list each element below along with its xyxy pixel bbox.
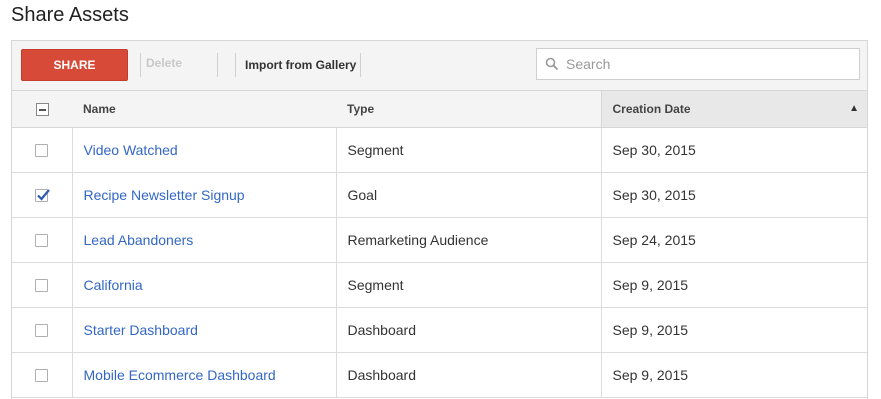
type-cell: Dashboard — [336, 307, 602, 352]
creation-date-cell: Sep 9, 2015 — [612, 276, 689, 293]
asset-name-link[interactable]: Recipe Newsletter Signup — [84, 187, 245, 203]
name-cell: California — [72, 262, 337, 307]
checkbox[interactable] — [35, 234, 49, 248]
row-select-cell — [12, 352, 73, 397]
select-all-checkbox[interactable] — [35, 102, 49, 116]
name-cell: Starter Dashboard — [72, 307, 337, 352]
share-button[interactable]: SHARE — [21, 49, 128, 81]
row-select-cell — [12, 307, 73, 352]
toolbar-divider — [217, 53, 218, 77]
assets-table: Name Type Creation Date ▲ Video Watched S… — [12, 91, 867, 398]
import-from-gallery-button[interactable]: Import from Gallery — [245, 58, 356, 72]
checkbox[interactable] — [35, 279, 49, 293]
table-header-row: Name Type Creation Date ▲ — [12, 91, 867, 127]
creation-date-cell: Sep 30, 2015 — [612, 141, 696, 158]
table-row[interactable]: California Segment Sep 9, 2015 — [12, 262, 867, 307]
table-row[interactable]: Starter Dashboard Dashboard Sep 9, 2015 — [12, 307, 867, 352]
type-cell: Segment — [336, 127, 602, 172]
search-input[interactable] — [566, 56, 846, 72]
toolbar-divider — [360, 53, 361, 77]
row-select-cell — [12, 262, 73, 307]
name-cell: Video Watched — [72, 127, 337, 172]
row-select-cell — [12, 172, 73, 217]
toolbar-divider — [235, 53, 236, 77]
asset-name-link[interactable]: Video Watched — [84, 142, 178, 158]
creation-date-cell: Sep 24, 2015 — [612, 231, 696, 248]
checkbox[interactable] — [35, 144, 49, 158]
table-row[interactable]: Mobile Ecommerce Dashboard Dashboard Sep 9… — [12, 352, 867, 397]
page-title: Share Assets — [11, 4, 129, 26]
select-all-cell — [12, 91, 72, 127]
asset-name-link[interactable]: Starter Dashboard — [84, 322, 198, 338]
table-row[interactable]: Lead Abandoners Remarketing Audience Sep 2… — [12, 217, 867, 262]
sort-ascending-icon: ▲ — [849, 103, 859, 114]
type-cell: Dashboard — [336, 352, 602, 397]
creation-date-cell: Sep 9, 2015 — [612, 366, 689, 383]
table-row[interactable]: Recipe Newsletter Signup Goal Sep 30, 2015 — [12, 172, 867, 217]
asset-name-link[interactable]: California — [84, 277, 143, 293]
asset-name-link[interactable]: Mobile Ecommerce Dashboard — [84, 367, 276, 383]
name-cell: Recipe Newsletter Signup — [72, 172, 337, 217]
toolbar-divider — [140, 53, 141, 77]
name-cell: Mobile Ecommerce Dashboard — [72, 352, 337, 397]
search-icon — [545, 57, 559, 71]
name-cell: Lead Abandoners — [72, 217, 337, 262]
checkbox[interactable] — [35, 324, 49, 338]
delete-button[interactable]: Delete — [146, 56, 182, 70]
share-assets-panel: SHARE Delete Import from Gallery Name — [11, 40, 868, 399]
column-header-label: Creation Date — [612, 101, 691, 116]
asset-name-link[interactable]: Lead Abandoners — [84, 232, 194, 248]
type-cell: Segment — [336, 262, 602, 307]
toolbar: SHARE Delete Import from Gallery — [12, 41, 867, 91]
row-select-cell — [12, 217, 73, 262]
column-header-name[interactable]: Name — [72, 91, 336, 127]
search-box[interactable] — [536, 48, 860, 80]
type-cell: Remarketing Audience — [336, 217, 602, 262]
checkmark-icon — [37, 189, 51, 201]
type-cell: Goal — [336, 172, 602, 217]
table-row[interactable]: Video Watched Segment Sep 30, 2015 — [12, 127, 867, 172]
creation-date-cell: Sep 9, 2015 — [612, 321, 689, 338]
row-select-cell — [12, 127, 73, 172]
creation-date-cell: Sep 30, 2015 — [612, 186, 696, 203]
column-header-type[interactable]: Type — [336, 91, 601, 127]
column-header-creation-date[interactable]: Creation Date ▲ — [600, 91, 867, 127]
checkbox[interactable] — [35, 369, 49, 383]
checkbox-checked[interactable] — [35, 189, 51, 203]
